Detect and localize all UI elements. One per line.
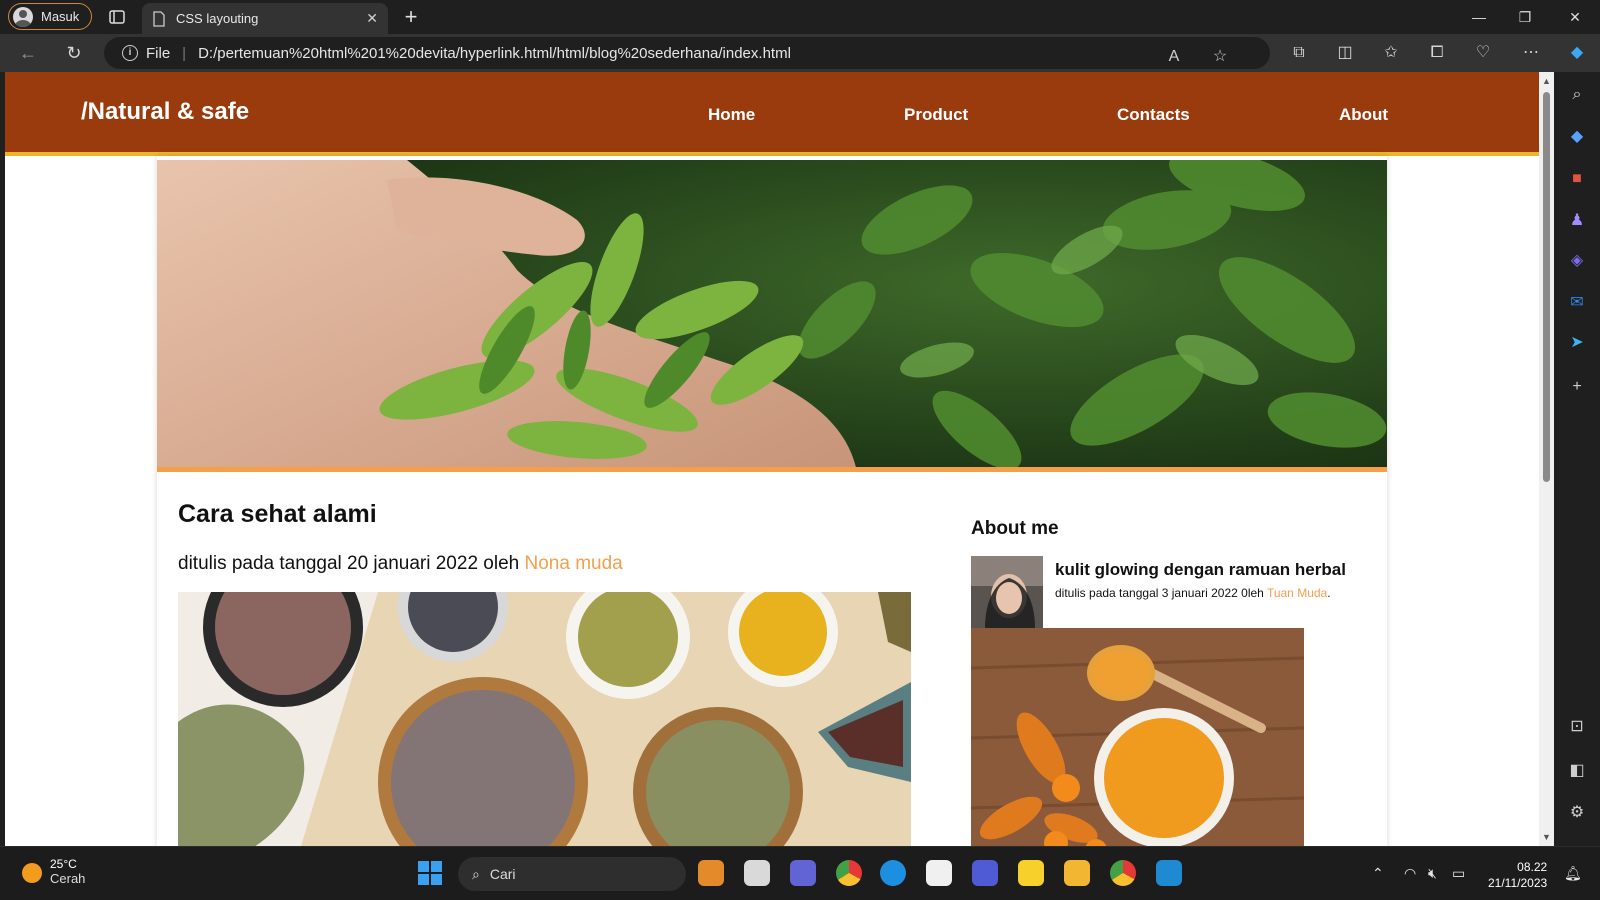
outlook-icon[interactable]: ✉	[1566, 292, 1588, 314]
start-windows-icon[interactable]	[418, 861, 442, 885]
scroll-up-icon[interactable]: ▲	[1541, 76, 1552, 86]
split-screen-icon[interactable]: ◫	[1334, 42, 1356, 64]
widgets-app-icon[interactable]	[698, 860, 724, 886]
post-author-link[interactable]: Nona muda	[525, 553, 623, 574]
address-url: D:/pertemuan%20html%201%20devita/hyperli…	[198, 44, 791, 62]
microsoft-365-icon[interactable]: ◈	[1566, 250, 1588, 272]
drop-icon[interactable]: ➤	[1566, 332, 1588, 354]
page-viewport: /Natural & safe Home Product Contacts Ab…	[5, 72, 1539, 846]
settings-gear-icon[interactable]: ⚙	[1566, 802, 1588, 824]
tab-title: CSS layouting	[176, 11, 259, 26]
nav-contacts-link[interactable]: Contacts	[1117, 105, 1190, 125]
restore-button[interactable]: ❐	[1502, 0, 1548, 34]
edge-icon[interactable]	[880, 860, 906, 886]
content-container: Cara sehat alami ditulis pada tanggal 20…	[157, 156, 1387, 846]
clock-date: 21/11/2023	[1488, 876, 1548, 890]
post-herbs-image	[178, 592, 911, 846]
screenshot-icon[interactable]: ⊡	[1566, 716, 1588, 738]
weather-temperature: 25°C	[50, 857, 77, 871]
profile-button[interactable]: Masuk	[8, 3, 92, 30]
read-aloud-icon[interactable]: A	[1164, 47, 1184, 67]
profile-label: Masuk	[41, 9, 80, 24]
copilot-icon[interactable]: ◆	[1566, 42, 1588, 64]
show-hidden-icons-icon[interactable]: ⌃	[1372, 865, 1384, 882]
new-tab-button[interactable]: +	[400, 4, 422, 30]
nav-about-link[interactable]: About	[1339, 105, 1388, 125]
file-explorer-icon[interactable]	[1064, 860, 1090, 886]
search-magnifier-icon: ⌕	[472, 865, 480, 882]
taskbar-search[interactable]: ⌕ Cari	[458, 857, 686, 891]
tools-icon[interactable]: ■	[1566, 168, 1588, 190]
sidebar-article-meta: ditulis pada tanggal 3 januari 2022 0leh…	[1055, 586, 1331, 600]
browser-essentials-icon[interactable]: ♡	[1472, 42, 1494, 64]
battery-icon[interactable]: ▭	[1452, 865, 1465, 882]
shopping-icon[interactable]: ◆	[1566, 126, 1588, 148]
weather-widget[interactable]: 25°C Cerah	[22, 857, 85, 886]
page-icon	[153, 10, 165, 27]
volume-muted-icon[interactable]: 🔇︎	[1428, 865, 1437, 882]
favorites-icon[interactable]: ✩	[1380, 42, 1402, 64]
microsoft-store-icon[interactable]	[926, 860, 952, 886]
windows-taskbar: 25°C Cerah ⌕ Cari ⌃ ◠ 🔇︎ ▭ 08.22 21/11/2…	[0, 846, 1600, 900]
weather-condition: Cerah	[50, 871, 86, 886]
scrollbar-thumb[interactable]	[1543, 92, 1550, 482]
sidebar-article-title[interactable]: kulit glowing dengan ramuan herbal	[1055, 560, 1346, 580]
teams-chat-icon[interactable]	[790, 860, 816, 886]
hide-sidebar-icon[interactable]: ◧	[1566, 760, 1588, 782]
favorite-star-icon[interactable]: ☆	[1210, 47, 1230, 67]
taskbar-clock[interactable]: 08.22 21/11/2023	[1488, 859, 1547, 891]
search-icon[interactable]: ⌕	[1566, 84, 1588, 106]
scroll-down-icon[interactable]: ▼	[1541, 832, 1552, 842]
profile-avatar-icon	[13, 6, 33, 27]
browser-tabstrip: Masuk CSS layouting ✕ + — ❐ ✕	[0, 0, 1600, 34]
author-avatar-image	[971, 556, 1043, 628]
hero-tea-leaves-image	[157, 160, 1387, 472]
tab-css-layouting[interactable]: CSS layouting ✕	[142, 3, 388, 34]
notifications-bell-icon[interactable]: 🔔︎	[1564, 865, 1582, 882]
sidebar-turmeric-image	[971, 628, 1304, 846]
close-tab-icon[interactable]: ✕	[366, 10, 378, 27]
chrome-icon[interactable]	[836, 860, 862, 886]
post-title: Cara sehat alami	[178, 500, 377, 528]
nav-product-link[interactable]: Product	[904, 105, 968, 125]
browser-toolbar: ← ↻ i File | D:/pertemuan%20html%201%20d…	[0, 34, 1600, 72]
task-view-icon[interactable]	[744, 860, 770, 886]
collections-icon[interactable]: ⧠	[1426, 42, 1448, 64]
minimize-button[interactable]: —	[1456, 0, 1502, 34]
taskbar-search-placeholder: Cari	[489, 866, 516, 882]
games-icon[interactable]: ♟	[1566, 210, 1588, 232]
site-logo[interactable]: /Natural & safe	[81, 98, 249, 126]
address-bar[interactable]: i File | D:/pertemuan%20html%201%20devit…	[104, 37, 1270, 69]
address-separator: |	[182, 44, 187, 62]
clock-time: 08.22	[1517, 860, 1548, 874]
tab-actions-icon[interactable]	[108, 8, 126, 26]
refresh-button[interactable]: ↻	[60, 40, 88, 66]
sticky-notes-icon[interactable]	[1018, 860, 1044, 886]
nav-home-link[interactable]: Home	[708, 105, 755, 125]
post-meta: ditulis pada tanggal 20 januari 2022 ole…	[178, 553, 623, 575]
site-info-icon[interactable]: i	[122, 45, 138, 61]
sun-weather-icon	[22, 863, 42, 883]
sidebar-meta-text: ditulis pada tanggal 3 januari 2022 0leh	[1055, 586, 1267, 600]
back-button[interactable]: ←	[14, 40, 42, 66]
add-sidebar-app-icon[interactable]: +	[1566, 376, 1588, 398]
post-meta-text: ditulis pada tanggal 20 januari 2022 ole…	[178, 553, 525, 574]
chrome-profile-icon[interactable]	[1110, 860, 1136, 886]
extensions-icon[interactable]: ⧉	[1288, 42, 1310, 64]
wifi-icon[interactable]: ◠	[1404, 865, 1416, 882]
address-scheme: File	[146, 44, 171, 62]
page-scrollbar[interactable]: ▲ ▼	[1539, 72, 1554, 846]
sidebar-meta-suffix: .	[1327, 586, 1331, 600]
about-me-heading: About me	[971, 518, 1059, 539]
edge-sidebar: ⌕ ◆ ■ ♟ ◈ ✉ ➤ + ⊡ ◧ ⚙	[1554, 72, 1600, 846]
more-options-icon[interactable]: ⋯	[1520, 42, 1542, 64]
vscode-icon[interactable]	[1156, 860, 1182, 886]
close-window-button[interactable]: ✕	[1552, 0, 1598, 34]
sidebar-author-link[interactable]: Tuan Muda	[1267, 586, 1327, 600]
site-header: /Natural & safe Home Product Contacts Ab…	[5, 72, 1539, 156]
math-app-icon[interactable]	[972, 860, 998, 886]
